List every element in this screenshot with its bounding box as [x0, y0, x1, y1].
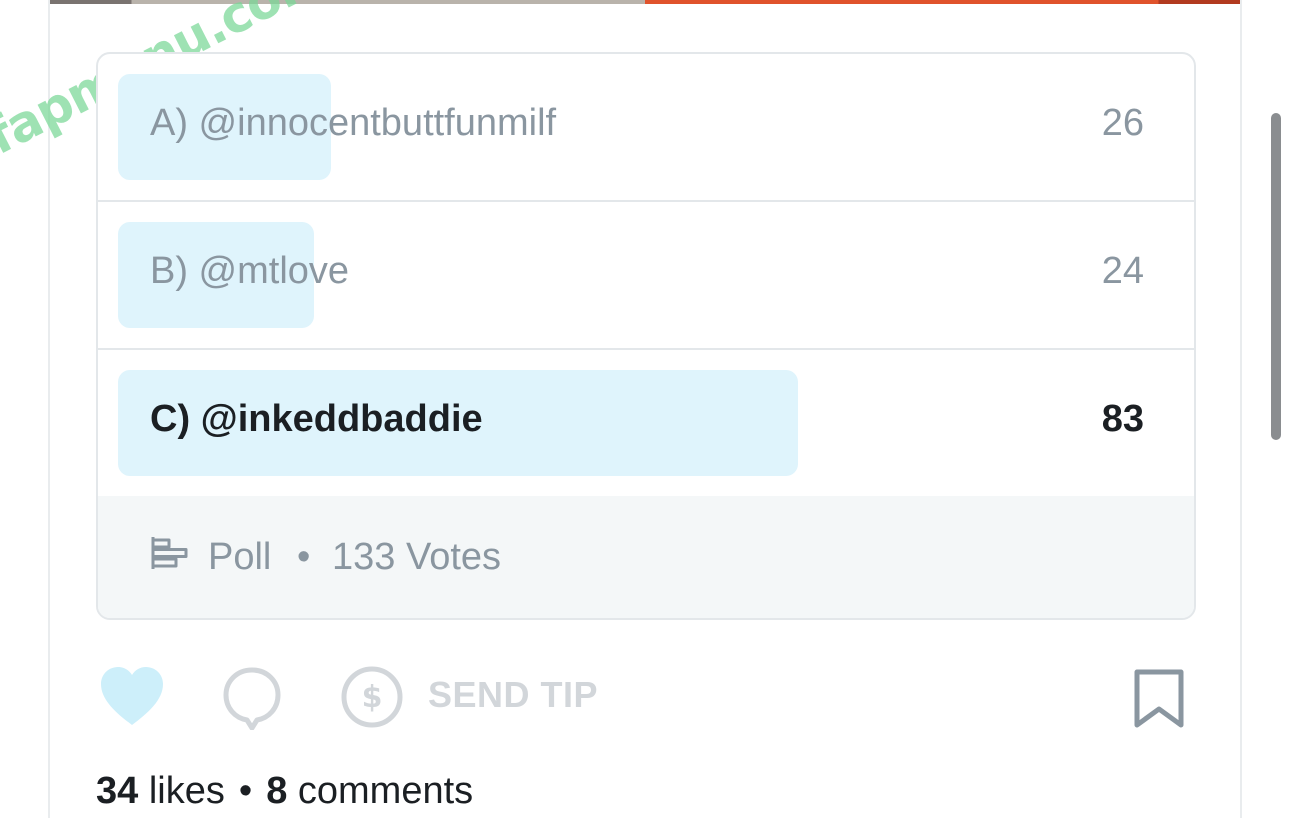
comment-bubble-icon[interactable] — [222, 666, 282, 730]
poll-option-votes: 24 — [1101, 250, 1144, 292]
poll-option-votes: 83 — [1101, 398, 1144, 440]
poll-option-b[interactable]: B) @mtlove 24 — [98, 202, 1194, 350]
separator-dot: • — [238, 770, 253, 812]
separator-dot: • — [297, 536, 311, 578]
post-card: fapmenu.com A) @innocentbuttfunmilf 26 B… — [0, 0, 1290, 818]
poll-type-label: Poll — [208, 536, 272, 578]
poll-option-a[interactable]: A) @innocentbuttfunmilf 26 — [98, 54, 1194, 202]
comments-label[interactable]: comments — [298, 770, 473, 812]
post-stats: 34 likes • 8 comments — [96, 770, 473, 813]
poll-option-label: B) @mtlove — [150, 250, 350, 292]
poll-option-votes: 26 — [1101, 102, 1144, 144]
card-border-right — [1240, 0, 1242, 818]
poll-total-votes: 133 Votes — [332, 536, 502, 578]
bookmark-icon[interactable] — [1132, 668, 1186, 730]
scrollbar-thumb[interactable] — [1271, 113, 1281, 440]
comments-count[interactable]: 8 — [266, 770, 287, 812]
likes-count[interactable]: 34 — [96, 770, 138, 812]
poll-option-c[interactable]: C) @inkeddbaddie 83 — [98, 350, 1194, 498]
send-tip-button[interactable]: SEND TIP — [428, 674, 598, 716]
svg-text:$: $ — [362, 680, 383, 715]
poll-option-label: C) @inkeddbaddie — [150, 398, 483, 440]
poll-option-label: A) @innocentbuttfunmilf — [150, 102, 557, 144]
poll: A) @innocentbuttfunmilf 26 B) @mtlove 24… — [96, 52, 1196, 620]
poll-footer: Poll • 133 Votes — [98, 496, 1194, 618]
heart-icon[interactable] — [98, 664, 166, 728]
likes-label[interactable]: likes — [149, 770, 225, 812]
dollar-circle-icon[interactable]: $ — [340, 665, 404, 729]
poll-bars-icon — [151, 537, 188, 569]
